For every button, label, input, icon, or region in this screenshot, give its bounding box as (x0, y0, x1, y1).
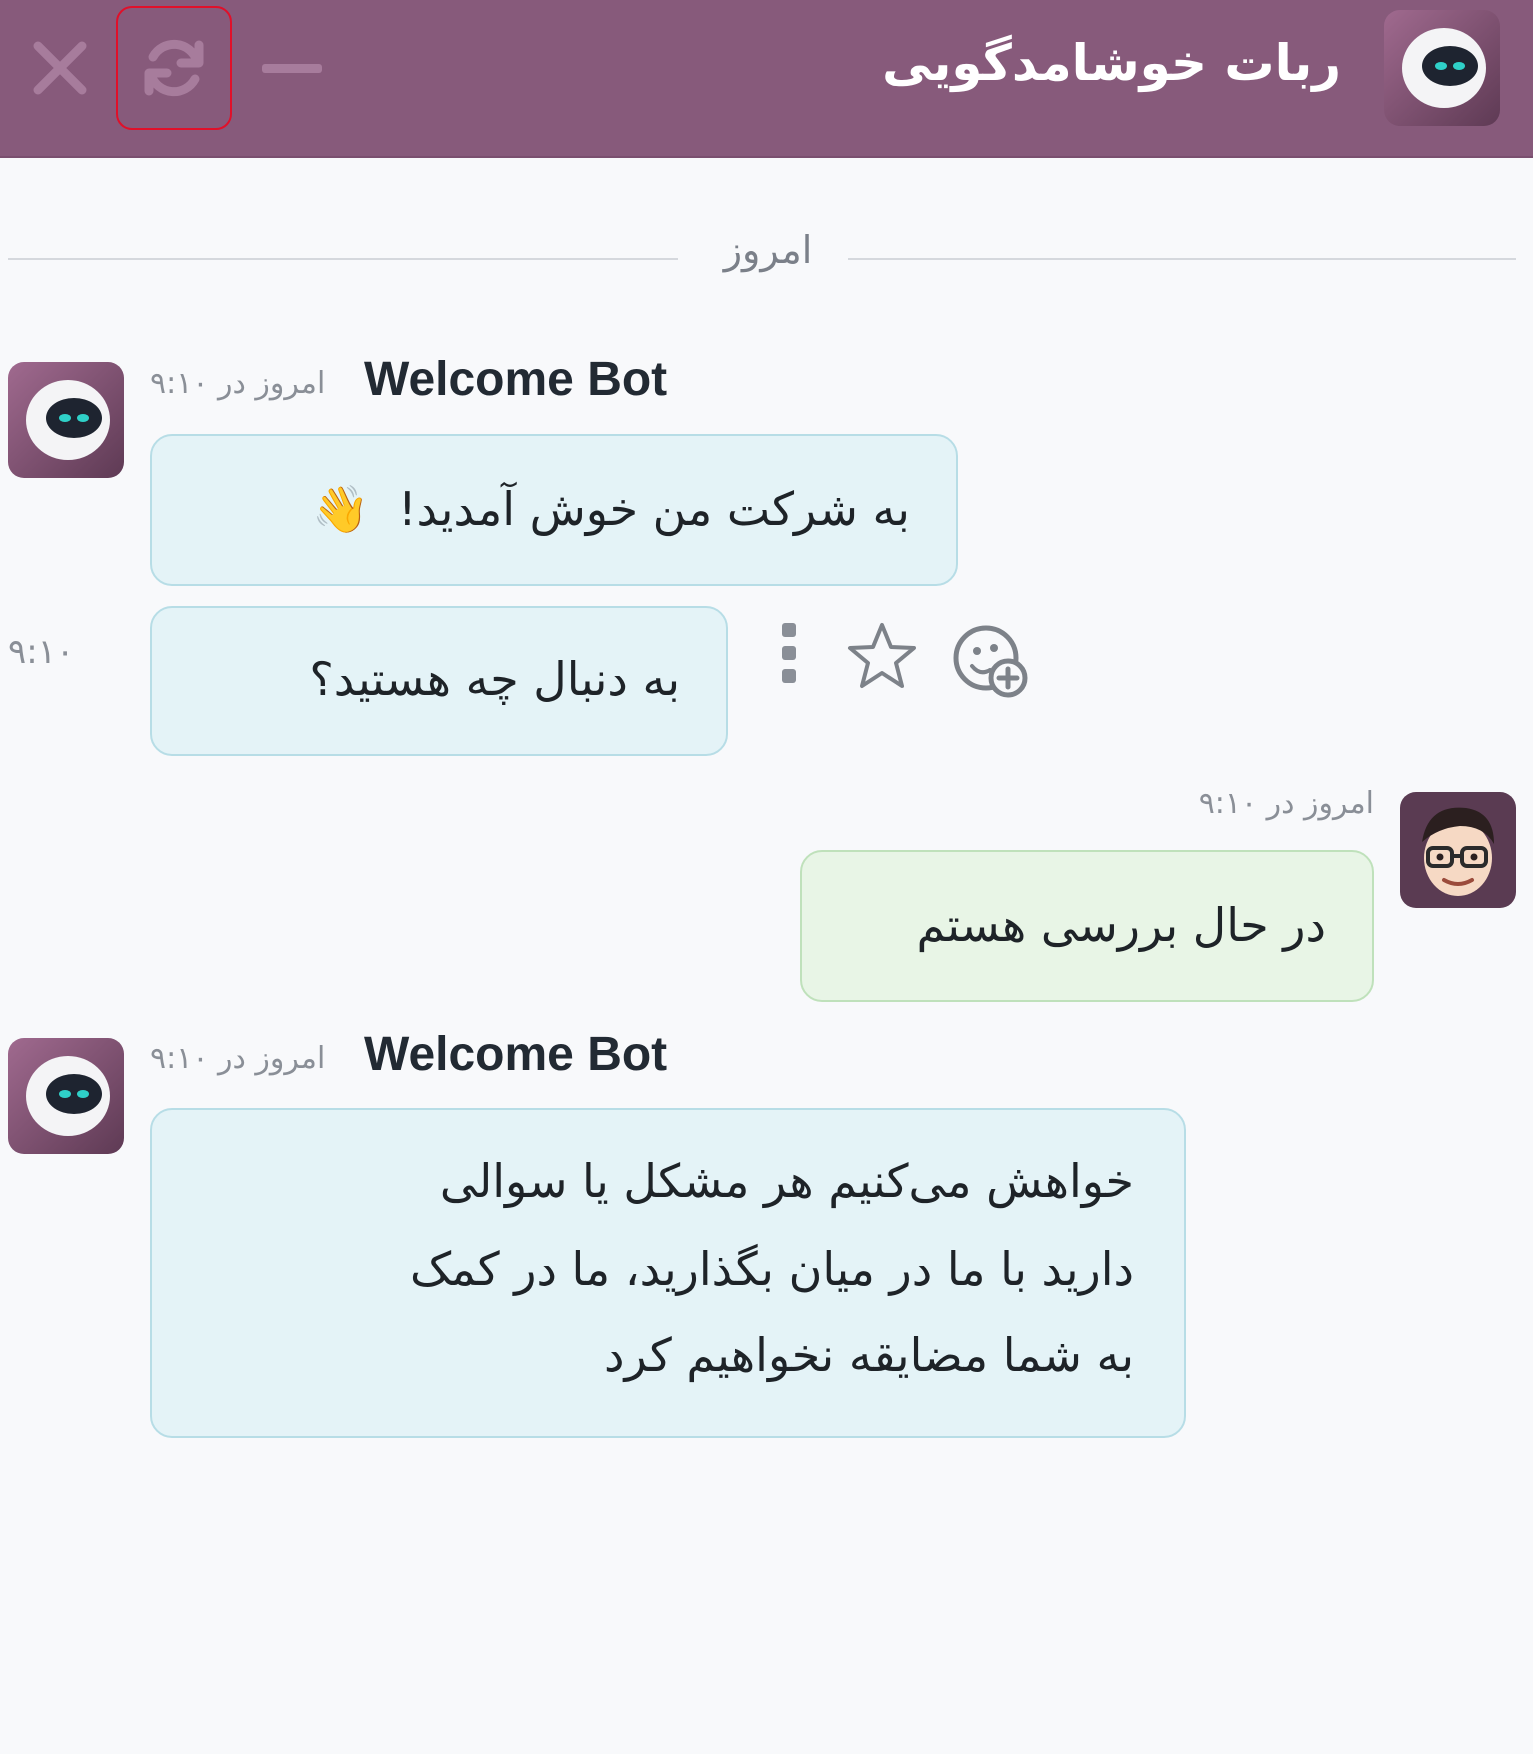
more-actions-button[interactable] (772, 616, 806, 690)
message-author[interactable]: Welcome Bot (364, 1027, 667, 1082)
message-meta: امروز در ۹:۱۰ (1198, 786, 1374, 821)
message-text: در حال بررسی هستم (916, 898, 1326, 952)
message-text: به دنبال چه هستید؟ (309, 652, 680, 706)
message-bubble: در حال بررسی هستم (800, 850, 1374, 1002)
bot-avatar[interactable] (8, 362, 124, 478)
star-icon (848, 623, 916, 688)
waving-hand-icon: 👋 (312, 482, 370, 536)
message-meta: امروز در ۹:۱۰ (150, 366, 326, 401)
date-label: امروز (723, 228, 813, 272)
more-icon (782, 623, 796, 683)
message-meta: امروز در ۹:۱۰ (150, 1041, 326, 1076)
user-avatar[interactable] (1400, 792, 1516, 908)
close-icon (33, 41, 87, 95)
add-reaction-icon (953, 625, 1028, 698)
add-reaction-button[interactable] (948, 618, 1032, 702)
chat-title: ربات خوشامدگویی (882, 34, 1341, 92)
message-text: به شرکت من خوش آمدید! (398, 482, 910, 536)
message-line: خواهش می‌کنیم هر مشکل یا سوالی (439, 1154, 1134, 1208)
minimize-icon (262, 64, 322, 73)
minimize-button[interactable] (255, 6, 329, 130)
date-separator: امروز (8, 228, 1516, 288)
user-face-icon (1422, 807, 1494, 896)
refresh-button[interactable] (116, 6, 232, 130)
refresh-icon (144, 39, 204, 97)
message-line: دارید با ما در میان بگذارید، ما در کمک (409, 1242, 1134, 1296)
bot-avatar[interactable] (8, 1038, 124, 1154)
star-button[interactable] (842, 616, 922, 696)
message-bubble: به دنبال چه هستید؟ (150, 606, 728, 756)
message-time: ۹:۱۰ (8, 632, 75, 672)
close-button[interactable] (20, 6, 100, 130)
robot-icon (1402, 28, 1486, 108)
robot-icon (26, 380, 110, 460)
bot-avatar (1384, 10, 1500, 126)
message-author[interactable]: Welcome Bot (364, 352, 667, 407)
message-line: به شما مضایقه نخواهیم کرد (604, 1328, 1134, 1382)
chat-header: ربات خوشامدگویی (0, 0, 1533, 158)
robot-icon (26, 1056, 110, 1136)
divider (848, 258, 1516, 260)
message-bubble: به شرکت من خوش آمدید! 👋 (150, 434, 958, 586)
message-bubble: خواهش می‌کنیم هر مشکل یا سوالی دارید با … (150, 1108, 1186, 1438)
divider (8, 258, 678, 260)
